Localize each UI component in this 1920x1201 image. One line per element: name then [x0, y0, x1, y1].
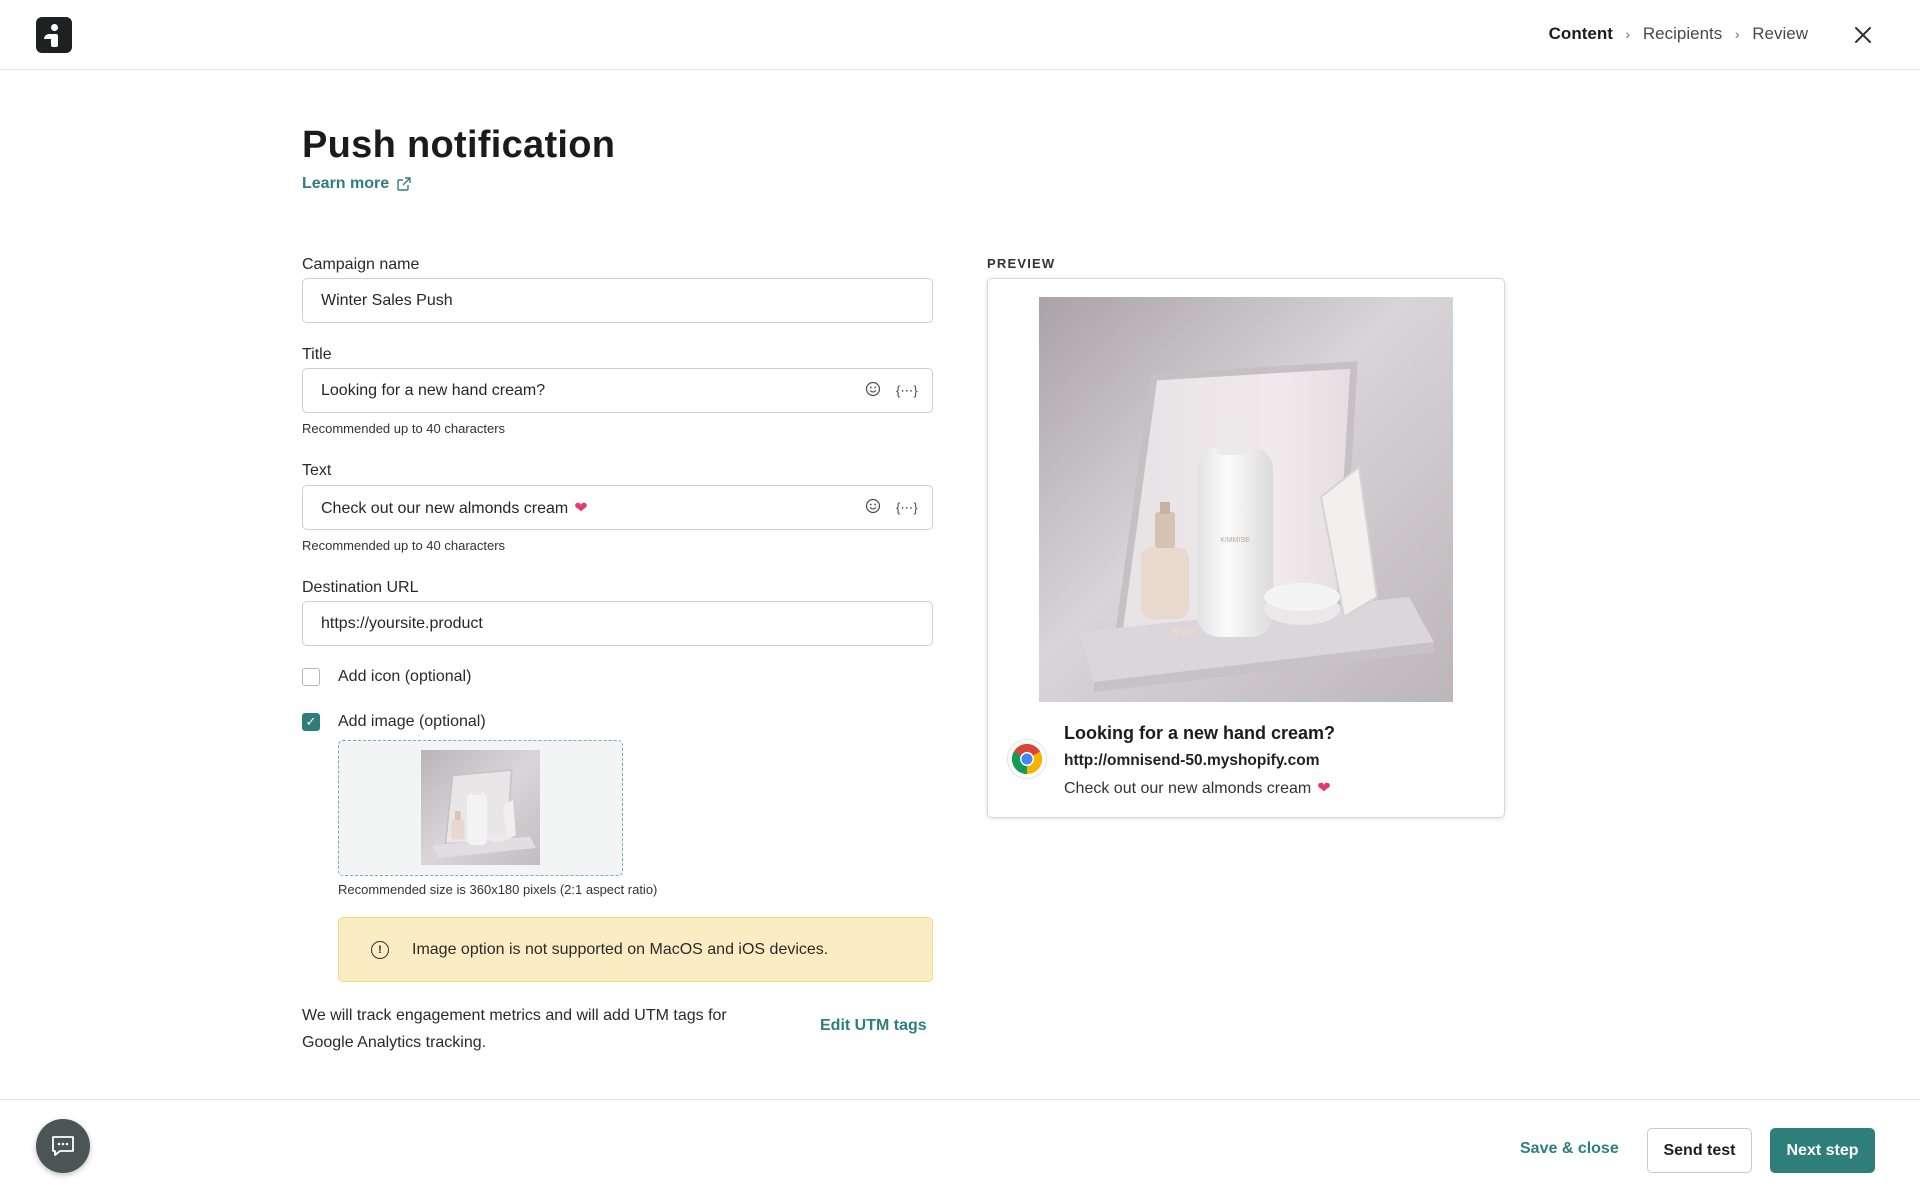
image-support-warning: ! Image option is not supported on MacOS… — [338, 917, 933, 982]
preview-label: PREVIEW — [987, 256, 1056, 271]
add-icon-checkbox[interactable] — [302, 668, 320, 686]
image-upload-dropzone[interactable] — [338, 740, 623, 876]
preview-image: KIMMISE — [1039, 297, 1453, 702]
destination-url-label: Destination URL — [302, 579, 419, 596]
omnisend-logo[interactable] — [36, 17, 72, 53]
step-review[interactable]: Review — [1752, 24, 1808, 44]
add-image-row[interactable]: ✓ Add image (optional) — [302, 713, 486, 731]
chevron-right-icon: › — [1625, 26, 1631, 42]
utm-tracking-text: We will track engagement metrics and wil… — [302, 1007, 727, 1051]
personalization-tag-icon[interactable]: {⋯} — [896, 383, 918, 399]
personalization-tag-icon[interactable]: {⋯} — [896, 500, 918, 516]
uploaded-image-thumbnail — [421, 750, 540, 865]
text-value: Check out our new almonds cream — [321, 499, 569, 517]
image-size-hint: Recommended size is 360x180 pixels (2:1 … — [338, 882, 658, 897]
info-icon: ! — [371, 940, 389, 959]
title-value: Looking for a new hand cream? — [321, 381, 546, 399]
next-step-button[interactable]: Next step — [1770, 1128, 1875, 1173]
notification-preview-card: KIMMISE Looking for a new hand cream? ht… — [987, 278, 1505, 818]
add-icon-label: Add icon (optional) — [338, 668, 472, 685]
text-input[interactable]: Check out our new almonds cream ❤ {⋯} — [302, 485, 933, 530]
svg-text:KIMMISE: KIMMISE — [1220, 537, 1250, 544]
title-hint: Recommended up to 40 characters — [302, 421, 506, 436]
close-icon[interactable] — [1850, 22, 1876, 48]
title-label: Title — [302, 346, 332, 363]
save-close-button[interactable]: Save & close — [1520, 1140, 1619, 1158]
campaign-name-input[interactable]: Winter Sales Push — [302, 278, 933, 323]
text-hint: Recommended up to 40 characters — [302, 538, 506, 553]
step-content[interactable]: Content — [1549, 24, 1613, 44]
page-title: Push notification — [302, 124, 616, 166]
footer-bar: Save & close Send test Next step — [0, 1099, 1920, 1201]
text-field-content: Check out our new almonds cream ❤ — [321, 498, 864, 518]
send-test-button[interactable]: Send test — [1647, 1128, 1752, 1173]
learn-more-label: Learn more — [302, 175, 390, 192]
destination-url-input[interactable]: https://yoursite.product — [302, 601, 933, 646]
heart-emoji: ❤ — [1317, 780, 1331, 797]
step-recipients[interactable]: Recipients — [1643, 24, 1722, 44]
chat-icon[interactable] — [36, 1119, 90, 1173]
warning-text: Image option is not supported on MacOS a… — [412, 940, 829, 958]
chevron-right-icon: › — [1734, 26, 1740, 42]
add-image-checkbox[interactable]: ✓ — [302, 713, 320, 731]
preview-text-value: Check out our new almonds cream — [1064, 780, 1312, 797]
text-label: Text — [302, 462, 332, 479]
top-bar: Content › Recipients › Review — [0, 0, 1920, 70]
external-link-icon — [397, 177, 411, 191]
chrome-icon — [1008, 740, 1046, 778]
emoji-icon[interactable] — [864, 498, 882, 517]
heart-emoji: ❤ — [574, 499, 588, 517]
campaign-name-value: Winter Sales Push — [321, 291, 453, 309]
title-input[interactable]: Looking for a new hand cream? {⋯} — [302, 368, 933, 413]
add-image-label: Add image (optional) — [338, 713, 486, 730]
emoji-icon[interactable] — [864, 381, 882, 400]
preview-url: http://omnisend-50.myshopify.com — [1064, 752, 1320, 769]
edit-utm-tags-link[interactable]: Edit UTM tags — [820, 1017, 927, 1035]
preview-text: Check out our new almonds cream ❤ — [1064, 778, 1331, 798]
add-icon-row[interactable]: Add icon (optional) — [302, 668, 471, 686]
destination-url-value: https://yoursite.product — [321, 614, 483, 632]
preview-title: Looking for a new hand cream? — [1064, 723, 1336, 743]
wizard-steps: Content › Recipients › Review — [1549, 24, 1808, 44]
campaign-name-label: Campaign name — [302, 256, 420, 273]
learn-more-link[interactable]: Learn more — [302, 175, 411, 193]
